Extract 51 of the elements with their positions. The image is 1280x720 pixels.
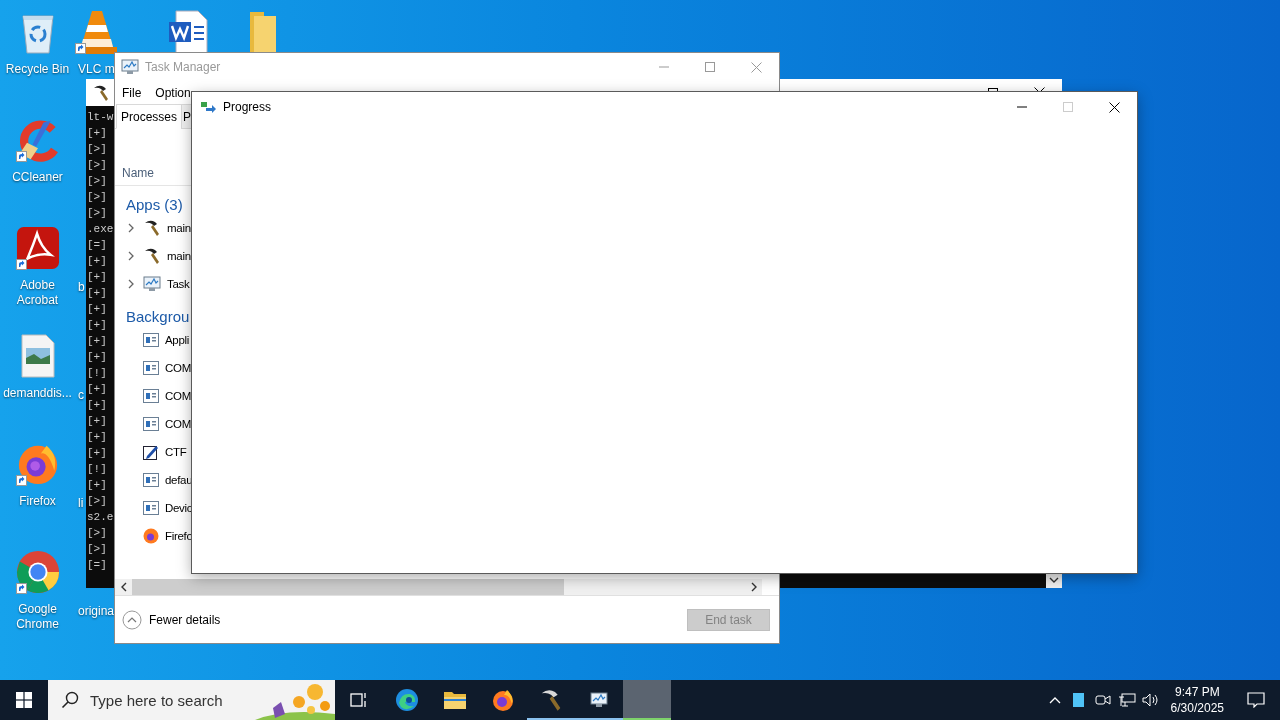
console-line: [+]	[87, 430, 107, 445]
console-line: .exe	[87, 222, 114, 237]
console-line: [+]	[87, 254, 107, 269]
menu-item[interactable]: Option	[155, 85, 191, 100]
console-line: [>]	[87, 190, 107, 205]
console-line: [+]	[87, 302, 107, 317]
console-line: [>]	[87, 158, 107, 173]
clock-time[interactable]: 9:47 PM	[1174, 684, 1220, 700]
console-line: s2.e	[87, 510, 114, 525]
console-line: [>]	[87, 174, 107, 189]
process-name[interactable]: main	[167, 221, 191, 234]
console-line: [+]	[87, 398, 107, 413]
process-name[interactable]: Appli	[165, 334, 190, 346]
window-title: Progress	[223, 100, 273, 114]
console-line: [+]	[87, 446, 107, 461]
console-line: [=]	[87, 238, 107, 253]
console-line: [+]	[87, 414, 107, 429]
search-field[interactable]: Type here to search	[90, 691, 240, 709]
process-name[interactable]: main	[167, 249, 191, 262]
search-bar[interactable]: Type here to search	[48, 680, 335, 720]
console-line: [!]	[87, 366, 107, 381]
console-line: [+]	[87, 478, 107, 493]
menu-item[interactable]: File	[122, 85, 142, 100]
console-line: [>]	[87, 526, 107, 541]
console-line: [+]	[87, 350, 107, 365]
process-name[interactable]: Devic	[165, 502, 193, 514]
window-title: Task Manager	[145, 60, 222, 74]
console-line: [>]	[87, 142, 107, 157]
column-header[interactable]: Name	[122, 165, 154, 180]
group-title: Apps (3)	[125, 195, 183, 214]
process-name[interactable]: Task	[167, 277, 190, 290]
process-name[interactable]: COM	[165, 418, 191, 430]
console-line: [+]	[87, 382, 107, 397]
console-line: [+]	[87, 334, 107, 349]
console-line: [+]	[87, 126, 107, 141]
console-line: [+]	[87, 318, 107, 333]
console-line: [+]	[87, 270, 107, 285]
clock-date[interactable]: 6/30/2025	[1170, 700, 1224, 716]
console-line: [=]	[87, 558, 107, 573]
console-line: [!]	[87, 462, 107, 477]
console-line: lt-w	[87, 110, 114, 125]
tab[interactable]: Processes	[116, 104, 183, 129]
console-line: [+]	[87, 286, 107, 301]
console-line: [>]	[87, 542, 107, 557]
group-title: Backgrou	[125, 307, 190, 326]
fewer-details-button[interactable]: Fewer details	[122, 609, 221, 630]
process-name[interactable]: COM	[165, 362, 191, 374]
process-name[interactable]: COM	[165, 390, 191, 402]
process-name[interactable]: CTF	[165, 446, 187, 458]
console-line: [>]	[87, 206, 107, 221]
console-line: [>]	[87, 494, 107, 509]
